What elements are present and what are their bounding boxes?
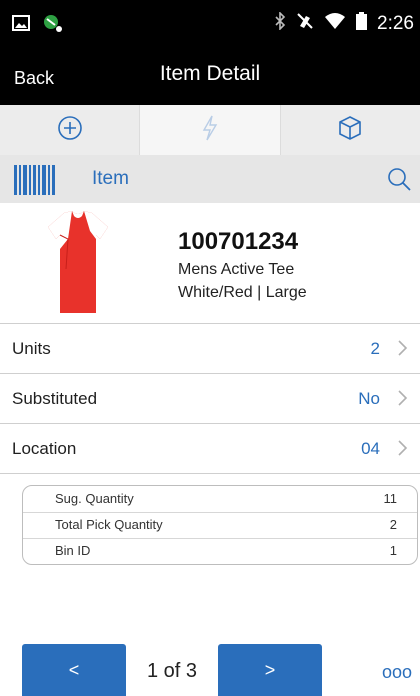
row-value: 04 <box>361 439 380 458</box>
row-substituted[interactable]: Substituted No <box>0 374 420 424</box>
product-variant: White/Red | Large <box>178 284 307 301</box>
row-label: Substituted <box>12 389 98 408</box>
row-location[interactable]: Location 04 <box>0 424 420 474</box>
row-units[interactable]: Units 2 <box>0 324 420 374</box>
detail-list: Units 2 Substituted No Location 04 <box>0 323 420 474</box>
product-image <box>46 209 110 322</box>
row-value: 2 <box>370 339 380 358</box>
item-search-label[interactable]: Item <box>92 168 129 190</box>
chevron-right-icon <box>396 438 408 463</box>
info-label: Total Pick Quantity <box>55 517 163 532</box>
info-label: Sug. Quantity <box>55 491 134 506</box>
product-sku: 100701234 <box>178 228 299 255</box>
android-app-icon <box>42 13 64 38</box>
mute-icon <box>296 12 314 35</box>
barcode-icon[interactable] <box>14 165 56 200</box>
lightning-icon <box>202 115 218 146</box>
tab-actions[interactable] <box>140 105 280 155</box>
pager-footer: < 1 of 3 > ooo <box>0 640 420 696</box>
info-value: 11 <box>383 491 398 506</box>
page-indicator: 1 of 3 <box>147 660 198 682</box>
info-label: Bin ID <box>55 543 91 558</box>
info-value: 1 <box>389 543 397 558</box>
row-label: Units <box>12 339 51 358</box>
add-circle-icon <box>57 115 83 146</box>
clock: 2:26 <box>377 12 414 34</box>
info-row-sug-quantity: Sug. Quantity 11 <box>23 486 417 513</box>
info-value: 2 <box>389 517 397 532</box>
product-summary: 100701234 Mens Active Tee White/Red | La… <box>0 203 420 323</box>
product-description: Mens Active Tee <box>178 261 295 278</box>
item-search-bar[interactable]: Item <box>0 155 420 203</box>
tab-container[interactable] <box>281 105 420 155</box>
search-icon[interactable] <box>386 166 412 197</box>
app-header: Back Item Detail <box>0 50 420 105</box>
image-notification-icon <box>12 15 30 36</box>
more-options-button[interactable]: ooo <box>382 662 412 683</box>
row-value: No <box>358 389 380 408</box>
chevron-right-icon <box>396 388 408 413</box>
tab-bar <box>0 105 420 155</box>
info-row-bin-id: Bin ID 1 <box>23 538 417 564</box>
quantity-info-table: Sug. Quantity 11 Total Pick Quantity 2 B… <box>22 485 418 565</box>
status-bar: 2:26 <box>0 0 420 50</box>
info-row-total-pick-quantity: Total Pick Quantity 2 <box>23 512 417 539</box>
battery-icon <box>356 12 368 35</box>
tab-add[interactable] <box>0 105 139 155</box>
bluetooth-icon <box>274 11 286 35</box>
wifi-icon <box>324 12 346 35</box>
page-title: Item Detail <box>159 62 261 85</box>
previous-button[interactable]: < <box>22 644 126 696</box>
next-button[interactable]: > <box>218 644 322 696</box>
row-label: Location <box>12 439 77 458</box>
chevron-right-icon <box>396 338 408 363</box>
box-icon <box>337 115 363 146</box>
